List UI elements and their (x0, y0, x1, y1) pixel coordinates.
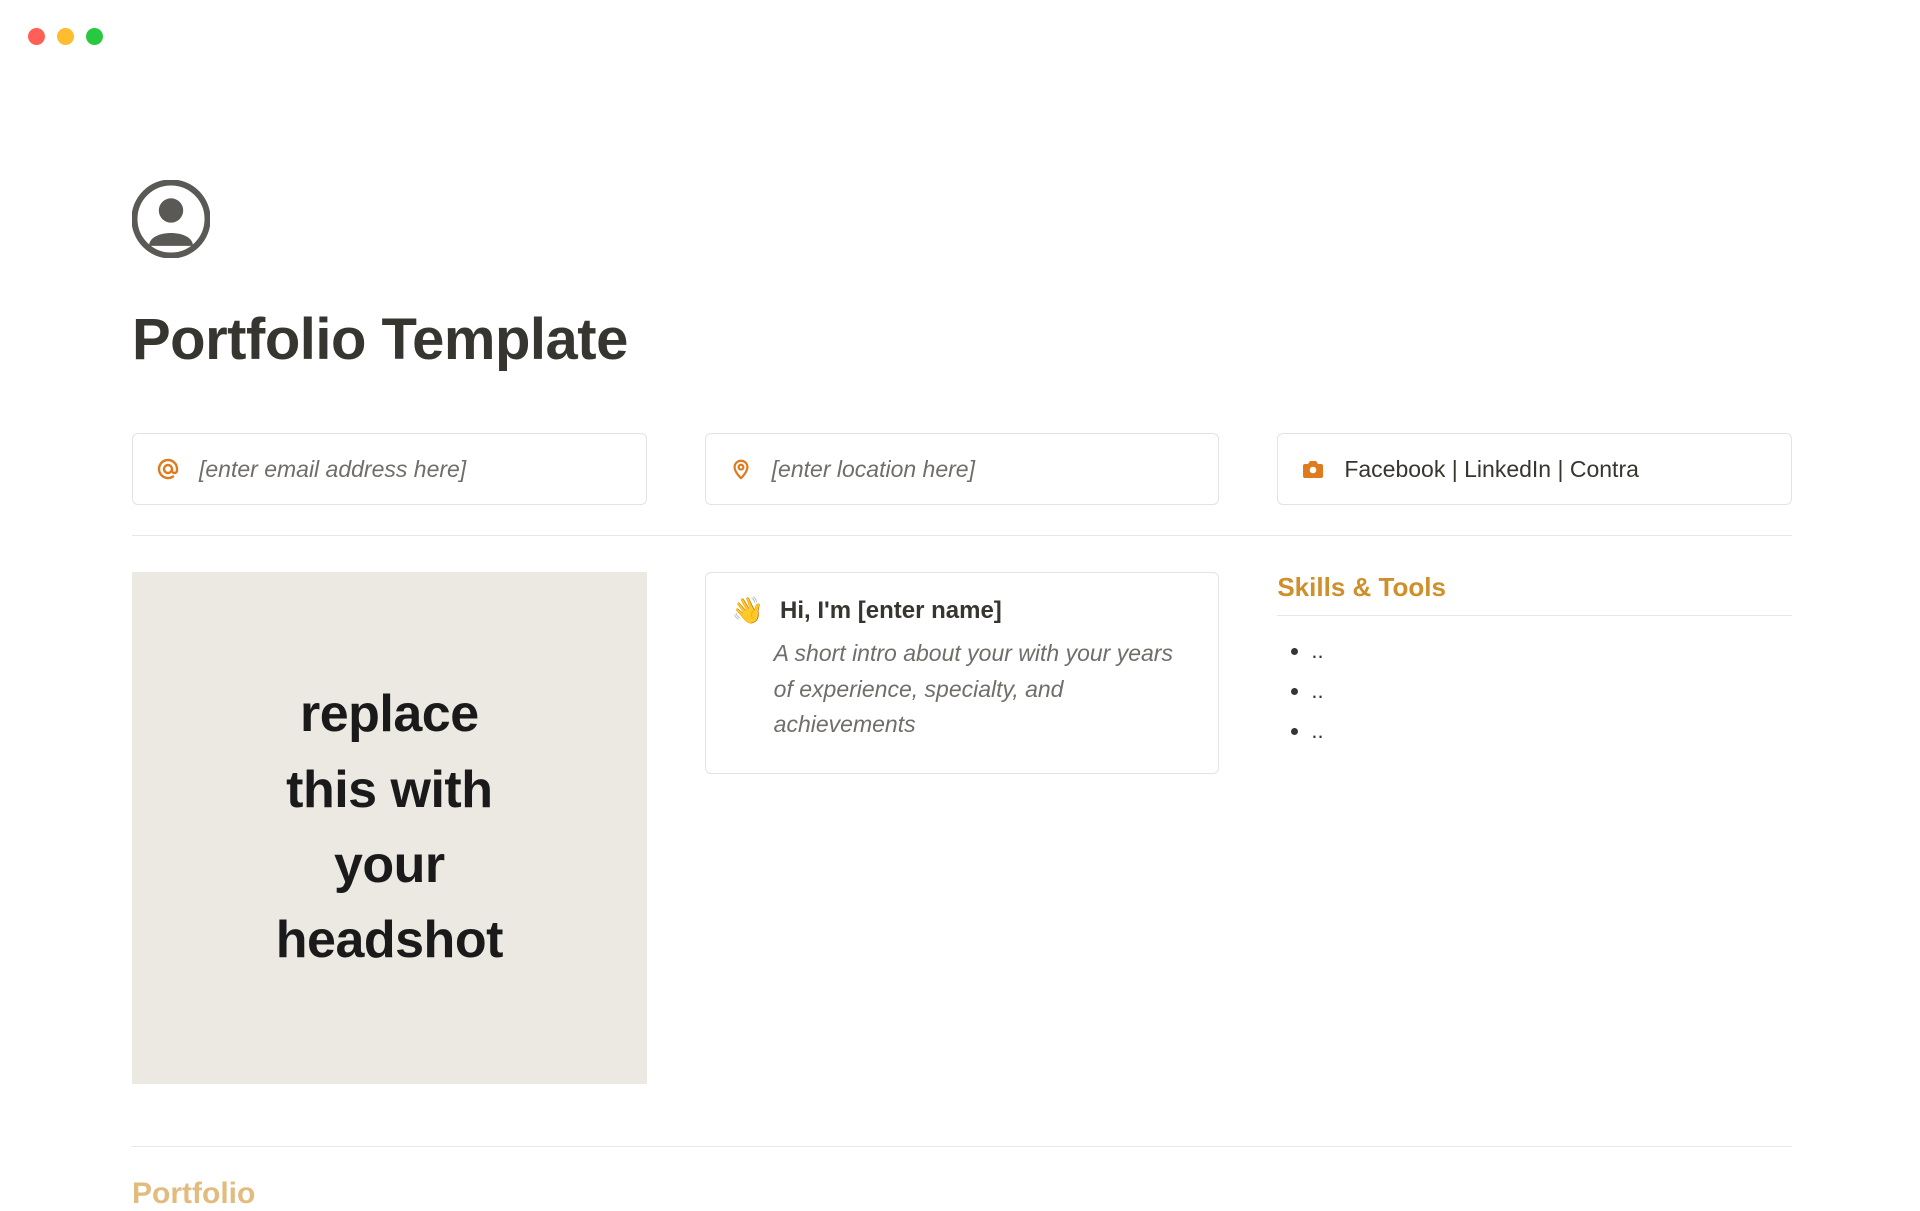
main-row: replacethis withyourheadshot 👋 Hi, I'm [… (132, 572, 1792, 1084)
location-placeholder-text: [enter location here] (772, 456, 975, 483)
window-controls (28, 28, 103, 45)
wave-emoji-icon: 👋 (732, 595, 764, 626)
map-pin-icon (728, 456, 754, 482)
intro-heading-text: Hi, I'm [enter name] (780, 597, 1002, 625)
intro-card[interactable]: 👋 Hi, I'm [enter name] A short intro abo… (705, 572, 1220, 774)
headshot-column: replacethis withyourheadshot (132, 572, 647, 1084)
camera-icon (1300, 456, 1326, 482)
social-separator: | (1452, 456, 1464, 482)
page-content: Portfolio Template [enter email address … (132, 180, 1792, 1211)
skills-list[interactable]: ...... (1277, 638, 1792, 744)
skills-list-item[interactable]: .. (1311, 678, 1792, 704)
skills-divider (1277, 615, 1792, 616)
at-sign-icon (155, 456, 181, 482)
maximize-window-icon[interactable] (86, 28, 103, 45)
intro-heading-row: 👋 Hi, I'm [enter name] (732, 595, 1193, 626)
social-link-contra[interactable]: Contra (1570, 456, 1639, 482)
page-title[interactable]: Portfolio Template (132, 306, 1792, 373)
intro-body-text: A short intro about your with your years… (732, 636, 1193, 743)
social-card[interactable]: Facebook | LinkedIn | Contra (1277, 433, 1792, 505)
social-link-facebook[interactable]: Facebook (1344, 456, 1445, 482)
skills-column: Skills & Tools ...... (1277, 572, 1792, 758)
email-placeholder-text: [enter email address here] (199, 456, 466, 483)
minimize-window-icon[interactable] (57, 28, 74, 45)
intro-column: 👋 Hi, I'm [enter name] A short intro abo… (705, 572, 1220, 774)
social-link-linkedin[interactable]: LinkedIn (1464, 456, 1551, 482)
headshot-placeholder-text: replacethis withyourheadshot (276, 677, 503, 979)
headshot-placeholder[interactable]: replacethis withyourheadshot (132, 572, 647, 1084)
social-links: Facebook | LinkedIn | Contra (1344, 456, 1639, 483)
divider (132, 535, 1792, 536)
close-window-icon[interactable] (28, 28, 45, 45)
email-card[interactable]: [enter email address here] (132, 433, 647, 505)
divider (132, 1146, 1792, 1147)
skills-list-item[interactable]: .. (1311, 718, 1792, 744)
portfolio-section-heading[interactable]: Portfolio (132, 1177, 1792, 1211)
avatar-icon[interactable] (132, 180, 210, 258)
skills-heading[interactable]: Skills & Tools (1277, 572, 1792, 603)
location-card[interactable]: [enter location here] (705, 433, 1220, 505)
skills-list-item[interactable]: .. (1311, 638, 1792, 664)
contact-row: [enter email address here] [enter locati… (132, 433, 1792, 505)
social-separator: | (1557, 456, 1569, 482)
